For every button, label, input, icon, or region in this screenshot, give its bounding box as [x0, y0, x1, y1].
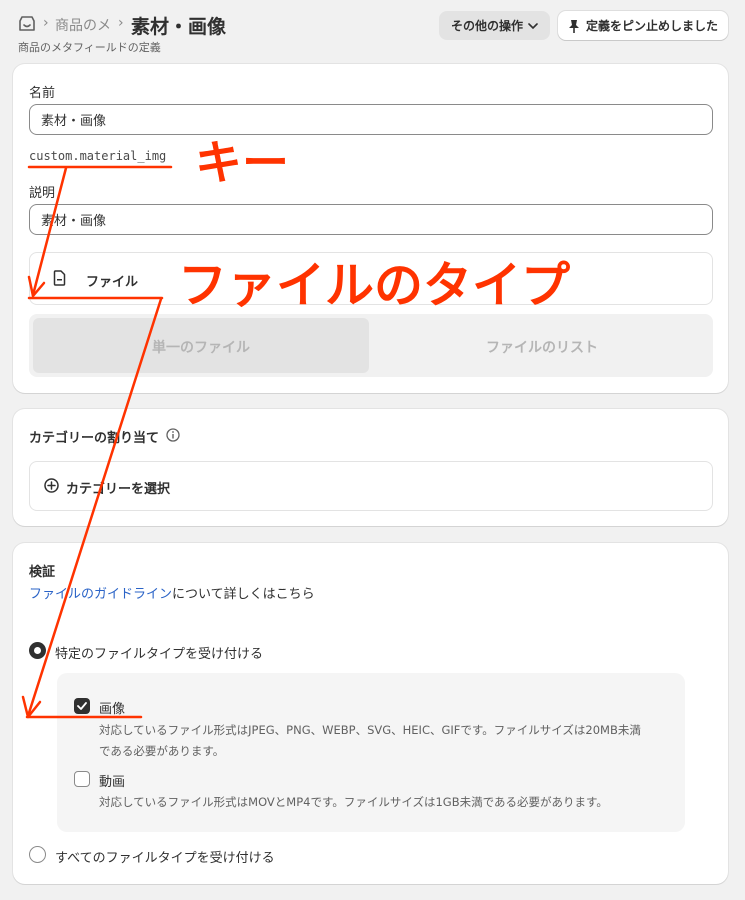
annotation-file-type: ファイルのタイプ: [178, 257, 571, 314]
arrow-to-image: [26, 297, 163, 718]
arrow-to-file-type: [31, 166, 68, 297]
annotation-overlay: [21, 165, 173, 719]
annotation-key: キー: [195, 136, 289, 191]
